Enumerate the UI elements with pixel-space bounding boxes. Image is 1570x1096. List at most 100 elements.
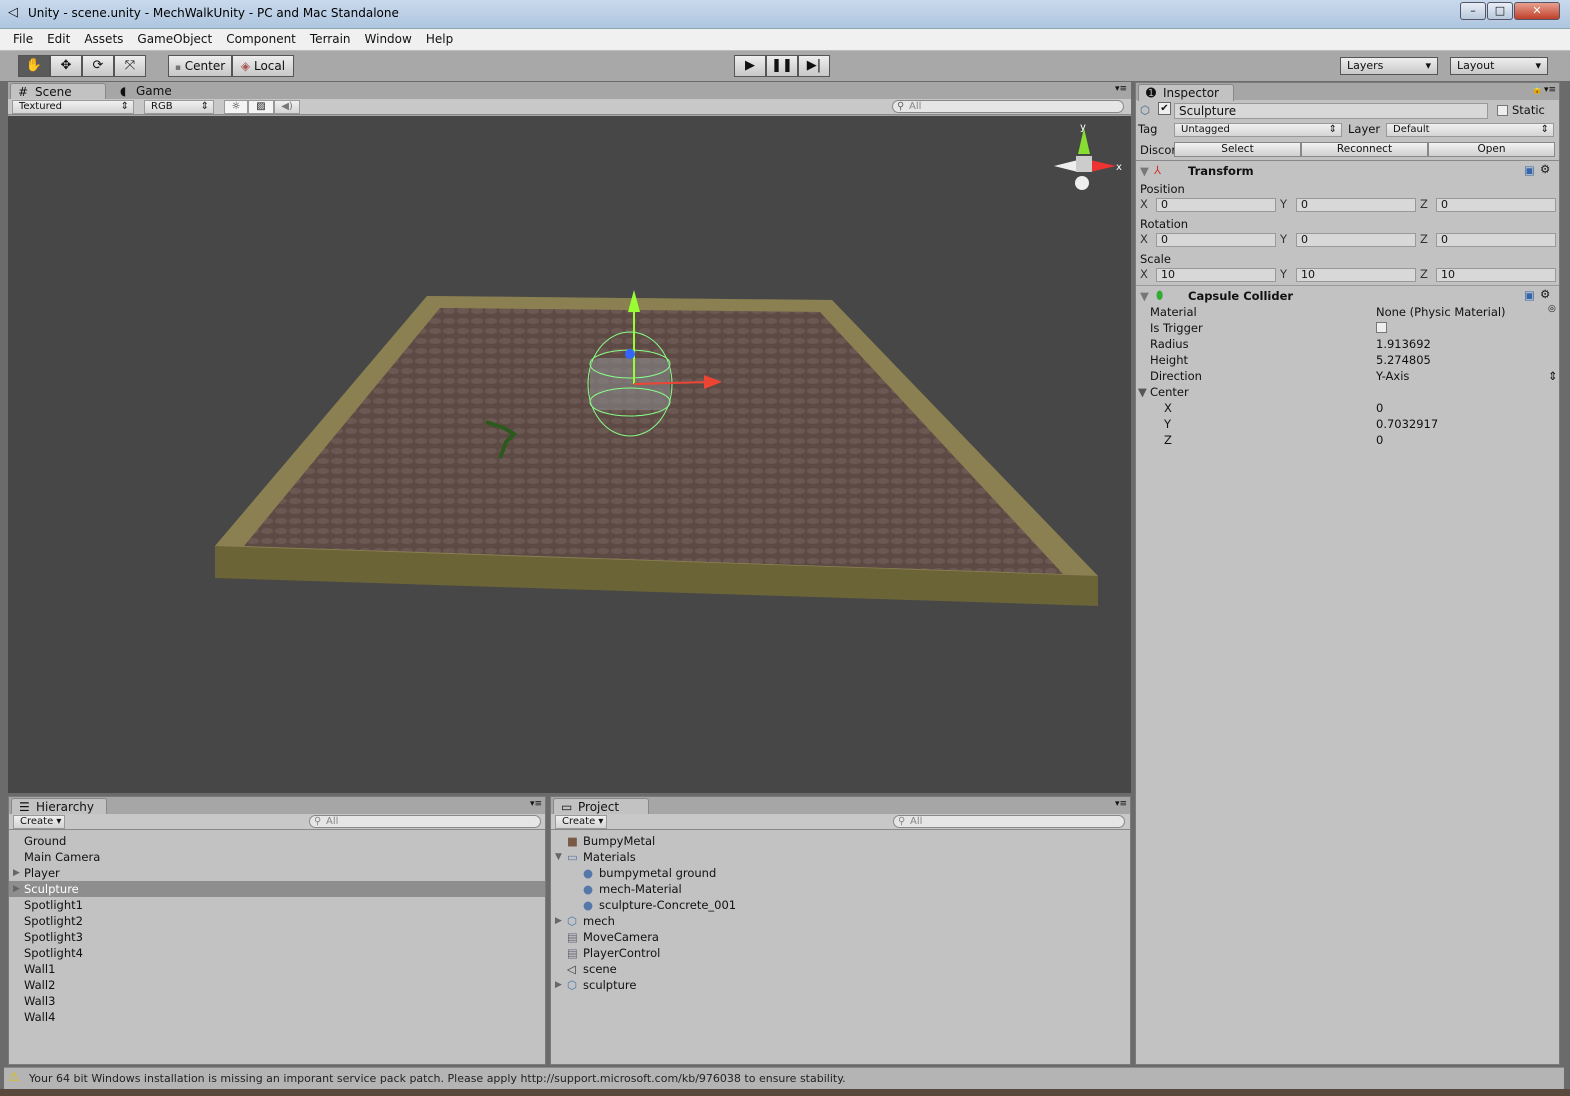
project-item[interactable]: ● sculpture-Concrete_001 bbox=[551, 897, 1130, 913]
hierarchy-create-button[interactable]: Create ▾ bbox=[13, 815, 65, 829]
project-item[interactable]: ● mech-Material bbox=[551, 881, 1130, 897]
hierarchy-item[interactable]: Spotlight3 bbox=[9, 929, 545, 945]
scale-x-field[interactable]: 10 bbox=[1156, 268, 1276, 282]
project-item[interactable]: ▤ PlayerControl bbox=[551, 945, 1130, 961]
hierarchy-item[interactable]: Main Camera bbox=[9, 849, 545, 865]
layers-dropdown[interactable]: Layers ▾ bbox=[1340, 57, 1438, 75]
project-item[interactable]: ▶ ⬡ sculpture bbox=[551, 977, 1130, 993]
lock-icon[interactable]: 🔒 bbox=[1532, 85, 1543, 95]
hierarchy-item[interactable]: Wall4 bbox=[9, 1009, 545, 1025]
tab-scene[interactable]: # Scene bbox=[10, 83, 106, 100]
material-field[interactable]: None (Physic Material) bbox=[1376, 305, 1506, 319]
project-item[interactable]: ▤ MoveCamera bbox=[551, 929, 1130, 945]
project-search-input[interactable]: ⚲ All bbox=[893, 815, 1125, 828]
expand-arrow-icon[interactable]: ▶ bbox=[555, 913, 562, 929]
expand-arrow-icon[interactable]: ▶ bbox=[13, 865, 20, 881]
close-button[interactable]: ✕ bbox=[1514, 2, 1560, 20]
position-y-field[interactable]: 0 bbox=[1296, 198, 1416, 212]
audio-toggle[interactable]: ◀) bbox=[274, 100, 300, 114]
scene-search-input[interactable]: ⚲ All bbox=[892, 100, 1124, 113]
menu-assets[interactable]: Assets bbox=[77, 29, 130, 49]
project-item[interactable]: ▼ ▭ Materials bbox=[551, 849, 1130, 865]
hierarchy-item[interactable]: Spotlight4 bbox=[9, 945, 545, 961]
direction-dropdown[interactable]: Y-Axis bbox=[1376, 369, 1409, 383]
render-mode-dropdown[interactable]: RGB ⇕ bbox=[144, 100, 214, 114]
panel-menu-icon[interactable]: ▾≡ bbox=[1115, 799, 1127, 809]
menu-component[interactable]: Component bbox=[219, 29, 303, 49]
rotation-y-field[interactable]: 0 bbox=[1296, 233, 1416, 247]
active-checkbox[interactable]: ✔ bbox=[1158, 102, 1171, 115]
play-button[interactable]: ▶ bbox=[734, 55, 766, 77]
layer-dropdown[interactable]: Default ⇕ bbox=[1386, 123, 1554, 137]
rotate-tool-button[interactable]: ⟳ bbox=[82, 55, 114, 77]
rotation-z-field[interactable]: 0 bbox=[1436, 233, 1556, 247]
project-item[interactable]: ◁ scene bbox=[551, 961, 1130, 977]
pivot-local-button[interactable]: ◈ Local bbox=[232, 55, 294, 77]
pause-button[interactable]: ❚❚ bbox=[766, 55, 798, 77]
hierarchy-item[interactable]: Ground bbox=[9, 833, 545, 849]
capsule-foldout[interactable]: ▼ bbox=[1140, 289, 1149, 303]
move-tool-button[interactable]: ✥ bbox=[50, 55, 82, 77]
height-field[interactable]: 5.274805 bbox=[1376, 353, 1431, 367]
tab-hierarchy[interactable]: ☰ Hierarchy bbox=[11, 798, 107, 815]
help-icon[interactable]: ▣ bbox=[1524, 288, 1535, 302]
step-button[interactable]: ▶| bbox=[798, 55, 830, 77]
tab-inspector[interactable]: ➊ Inspector bbox=[1138, 84, 1234, 101]
scale-tool-button[interactable]: ⤧ bbox=[114, 55, 146, 77]
hierarchy-item[interactable]: Wall2 bbox=[9, 977, 545, 993]
tag-dropdown[interactable]: Untagged ⇕ bbox=[1174, 123, 1342, 137]
menu-terrain[interactable]: Terrain bbox=[303, 29, 358, 49]
object-name-input[interactable]: Sculpture bbox=[1174, 103, 1488, 119]
hierarchy-item[interactable]: Spotlight1 bbox=[9, 897, 545, 913]
scale-y-field[interactable]: 10 bbox=[1296, 268, 1416, 282]
position-x-field[interactable]: 0 bbox=[1156, 198, 1276, 212]
layout-dropdown[interactable]: Layout ▾ bbox=[1450, 57, 1548, 75]
project-item[interactable]: ● bumpymetal ground bbox=[551, 865, 1130, 881]
radius-field[interactable]: 1.913692 bbox=[1376, 337, 1431, 351]
menu-file[interactable]: File bbox=[6, 29, 40, 49]
panel-menu-icon[interactable]: ▾≡ bbox=[1544, 85, 1556, 95]
position-z-field[interactable]: 0 bbox=[1436, 198, 1556, 212]
transform-foldout[interactable]: ▼ bbox=[1140, 164, 1149, 178]
is-trigger-checkbox[interactable] bbox=[1376, 322, 1387, 333]
center-y-field[interactable]: 0.7032917 bbox=[1376, 417, 1438, 431]
scene-viewport[interactable]: y x bbox=[8, 116, 1131, 793]
hierarchy-item[interactable]: ▶ Sculpture bbox=[9, 881, 545, 897]
rotation-x-field[interactable]: 0 bbox=[1156, 233, 1276, 247]
prefab-reconnect-button[interactable]: Reconnect bbox=[1301, 142, 1428, 157]
hierarchy-item[interactable]: ▶ Player bbox=[9, 865, 545, 881]
scale-z-field[interactable]: 10 bbox=[1436, 268, 1556, 282]
menu-edit[interactable]: Edit bbox=[40, 29, 77, 49]
skybox-toggle[interactable]: ▨ bbox=[248, 100, 274, 114]
project-item[interactable]: ■ BumpyMetal bbox=[551, 833, 1130, 849]
hand-tool-button[interactable]: ✋ bbox=[18, 55, 50, 77]
hierarchy-search-input[interactable]: ⚲ All bbox=[309, 815, 541, 828]
menu-window[interactable]: Window bbox=[358, 29, 419, 49]
hierarchy-item[interactable]: Wall1 bbox=[9, 961, 545, 977]
panel-menu-icon[interactable]: ▾≡ bbox=[1115, 84, 1127, 94]
expand-arrow-icon[interactable]: ▶ bbox=[13, 881, 20, 897]
prefab-open-button[interactable]: Open bbox=[1428, 142, 1555, 157]
help-icon[interactable]: ▣ bbox=[1524, 163, 1535, 177]
tab-game[interactable]: ◖ Game bbox=[112, 83, 180, 100]
status-bar[interactable]: ⚠ Your 64 bit Windows installation is mi… bbox=[4, 1067, 1564, 1089]
center-z-field[interactable]: 0 bbox=[1376, 433, 1383, 447]
hierarchy-item[interactable]: Wall3 bbox=[9, 993, 545, 1009]
project-create-button[interactable]: Create ▾ bbox=[555, 815, 607, 829]
lighting-toggle[interactable]: ☼ bbox=[224, 100, 248, 114]
hierarchy-item[interactable]: Spotlight2 bbox=[9, 913, 545, 929]
panel-menu-icon[interactable]: ▾≡ bbox=[530, 799, 542, 809]
tab-project[interactable]: ▭ Project bbox=[553, 798, 649, 815]
gear-icon[interactable]: ⚙ bbox=[1540, 287, 1550, 301]
object-picker-icon[interactable]: ◎ bbox=[1548, 304, 1556, 314]
draw-mode-dropdown[interactable]: Textured ⇕ bbox=[12, 100, 134, 114]
expand-arrow-icon[interactable]: ▼ bbox=[555, 849, 562, 865]
prefab-select-button[interactable]: Select bbox=[1174, 142, 1301, 157]
static-checkbox[interactable] bbox=[1497, 105, 1508, 116]
gear-icon[interactable]: ⚙ bbox=[1540, 162, 1550, 176]
minimize-button[interactable]: – bbox=[1460, 2, 1486, 20]
center-foldout[interactable]: ▼ bbox=[1138, 385, 1147, 399]
expand-arrow-icon[interactable]: ▶ bbox=[555, 977, 562, 993]
maximize-button[interactable]: □ bbox=[1487, 2, 1513, 20]
center-x-field[interactable]: 0 bbox=[1376, 401, 1383, 415]
